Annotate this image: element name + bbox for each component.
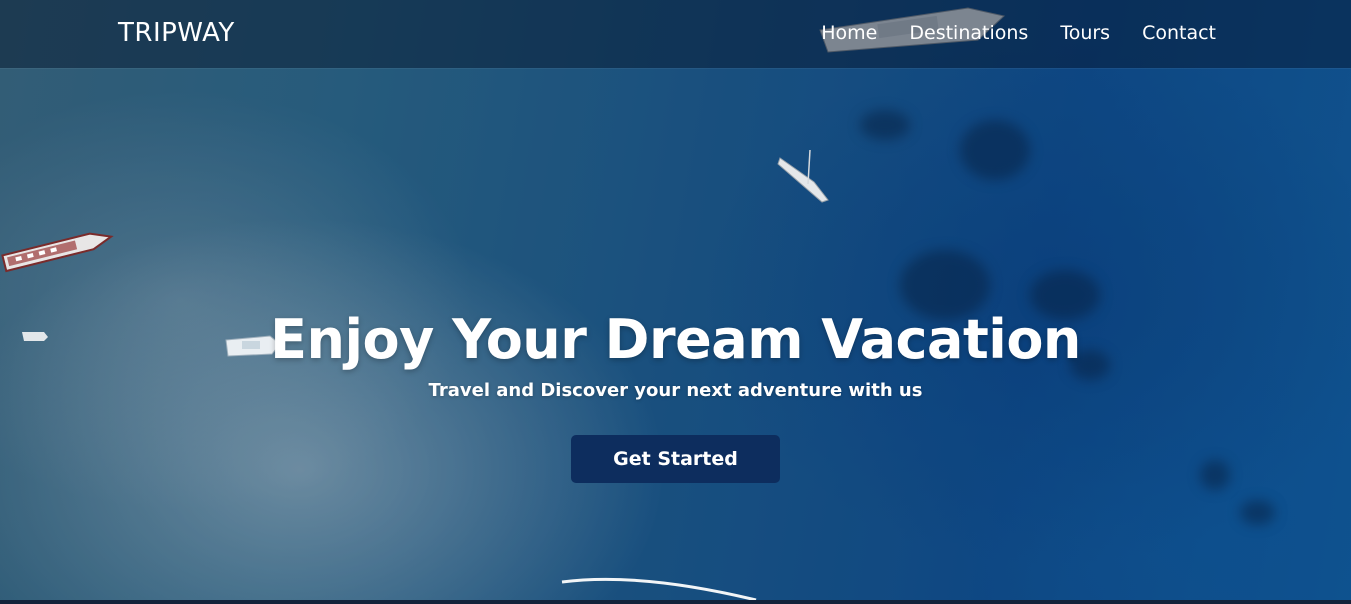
brand-logo[interactable]: TRIPWAY (118, 18, 235, 48)
cruise-boat-image (1, 232, 114, 273)
reef-patch (1240, 500, 1275, 525)
hero-title: Enjoy Your Dream Vacation (270, 308, 1081, 371)
hero-subtitle: Travel and Discover your next adventure … (428, 380, 923, 401)
nav-link-destinations[interactable]: Destinations (909, 22, 1028, 44)
nav-links: Home Destinations Tours Contact (821, 22, 1216, 44)
hero-content: Enjoy Your Dream Vacation Travel and Dis… (0, 305, 1351, 483)
navbar: TRIPWAY Home Destinations Tours Contact (0, 0, 1351, 68)
reef-patch (860, 110, 910, 140)
hero-section: TRIPWAY Home Destinations Tours Contact … (0, 0, 1351, 600)
reef-patch (960, 120, 1030, 180)
nav-link-contact[interactable]: Contact (1142, 22, 1216, 44)
boat-wake (561, 577, 757, 600)
page-bottom-edge (0, 600, 1351, 604)
get-started-button[interactable]: Get Started (571, 435, 780, 483)
sailboat-image (777, 150, 829, 203)
nav-link-tours[interactable]: Tours (1060, 22, 1110, 44)
hero-overlay (0, 0, 1351, 600)
nav-link-home[interactable]: Home (821, 22, 877, 44)
